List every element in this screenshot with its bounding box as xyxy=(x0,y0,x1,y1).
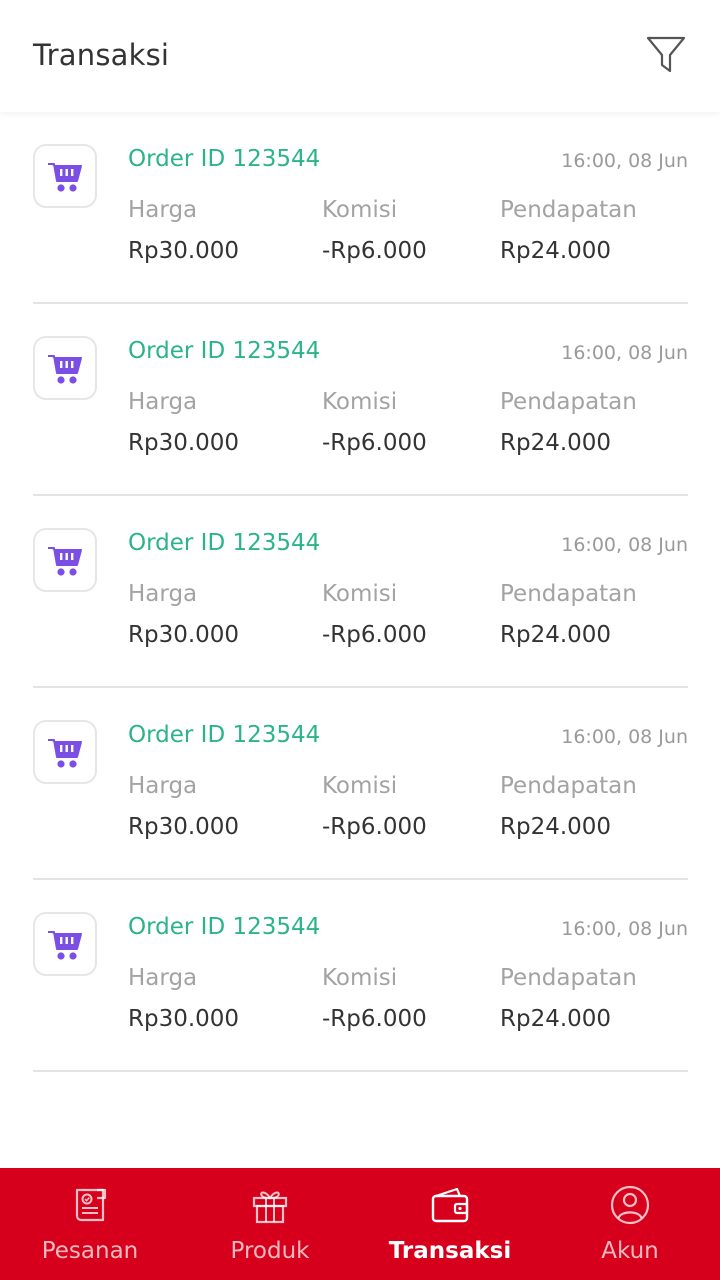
order-id: Order ID 123544 xyxy=(128,530,321,556)
commission-value: -Rp6.000 xyxy=(322,430,427,456)
commission-label: Komisi xyxy=(322,197,398,223)
price-label: Harga xyxy=(128,581,198,607)
commission-label: Komisi xyxy=(322,965,398,991)
app-header: Transaksi xyxy=(0,0,720,112)
income-label: Pendapatan xyxy=(500,197,637,223)
price-value: Rp30.000 xyxy=(128,1006,240,1032)
price-label: Harga xyxy=(128,965,198,991)
order-time: 16:00, 08 Jun xyxy=(561,150,688,172)
price-value: Rp30.000 xyxy=(128,814,240,840)
income-label: Pendapatan xyxy=(500,965,637,991)
order-id: Order ID 123544 xyxy=(128,146,321,172)
nav-label-pesanan: Pesanan xyxy=(41,1238,139,1264)
nav-item-akun[interactable]: Akun xyxy=(540,1168,720,1280)
bottom-navigation: Pesanan Produk Transaksi Akun xyxy=(0,1168,720,1280)
commission-value: -Rp6.000 xyxy=(322,238,427,264)
price-value: Rp30.000 xyxy=(128,430,240,456)
order-id: Order ID 123544 xyxy=(128,722,321,748)
commission-label: Komisi xyxy=(322,581,398,607)
shopping-cart-icon xyxy=(48,739,82,768)
nav-item-produk[interactable]: Produk xyxy=(180,1168,360,1280)
commission-value: -Rp6.000 xyxy=(322,1006,427,1032)
transaction-item[interactable]: Order ID 123544 16:00, 08 Jun Harga Komi… xyxy=(33,880,688,1072)
commission-label: Komisi xyxy=(322,389,398,415)
wallet-icon xyxy=(431,1187,469,1223)
shopping-cart-icon xyxy=(48,547,82,576)
transaction-item[interactable]: Order ID 123544 16:00, 08 Jun Harga Komi… xyxy=(33,112,688,304)
nav-label-transaksi: Transaksi xyxy=(388,1238,512,1264)
income-label: Pendapatan xyxy=(500,581,637,607)
page-title: Transaksi xyxy=(33,38,170,72)
price-value: Rp30.000 xyxy=(128,622,240,648)
price-label: Harga xyxy=(128,773,198,799)
income-value: Rp24.000 xyxy=(500,814,612,840)
filter-button[interactable] xyxy=(646,36,686,74)
cart-icon-box xyxy=(33,720,97,784)
cart-icon-box xyxy=(33,144,97,208)
nav-label-akun: Akun xyxy=(601,1238,659,1264)
shopping-cart-icon xyxy=(48,931,82,960)
income-value: Rp24.000 xyxy=(500,430,612,456)
shopping-cart-icon xyxy=(48,163,82,192)
transaction-item[interactable]: Order ID 123544 16:00, 08 Jun Harga Komi… xyxy=(33,496,688,688)
price-label: Harga xyxy=(128,197,198,223)
transaction-list: Order ID 123544 16:00, 08 Jun Harga Komi… xyxy=(0,112,720,1072)
income-label: Pendapatan xyxy=(500,773,637,799)
user-account-icon xyxy=(610,1185,650,1225)
nav-label-produk: Produk xyxy=(230,1238,310,1264)
nav-item-pesanan[interactable]: Pesanan xyxy=(0,1168,180,1280)
income-value: Rp24.000 xyxy=(500,238,612,264)
commission-value: -Rp6.000 xyxy=(322,814,427,840)
order-receipt-icon xyxy=(75,1188,107,1222)
order-time: 16:00, 08 Jun xyxy=(561,726,688,748)
order-id: Order ID 123544 xyxy=(128,914,321,940)
commission-label: Komisi xyxy=(322,773,398,799)
order-time: 16:00, 08 Jun xyxy=(561,918,688,940)
income-value: Rp24.000 xyxy=(500,1006,612,1032)
shopping-cart-icon xyxy=(48,355,82,384)
cart-icon-box xyxy=(33,528,97,592)
transaction-item[interactable]: Order ID 123544 16:00, 08 Jun Harga Komi… xyxy=(33,688,688,880)
order-time: 16:00, 08 Jun xyxy=(561,342,688,364)
price-value: Rp30.000 xyxy=(128,238,240,264)
order-id: Order ID 123544 xyxy=(128,338,321,364)
income-value: Rp24.000 xyxy=(500,622,612,648)
gift-box-icon xyxy=(252,1191,288,1224)
filter-icon xyxy=(646,36,686,73)
nav-item-transaksi[interactable]: Transaksi xyxy=(360,1168,540,1280)
price-label: Harga xyxy=(128,389,198,415)
income-label: Pendapatan xyxy=(500,389,637,415)
order-time: 16:00, 08 Jun xyxy=(561,534,688,556)
commission-value: -Rp6.000 xyxy=(322,622,427,648)
transaction-item[interactable]: Order ID 123544 16:00, 08 Jun Harga Komi… xyxy=(33,304,688,496)
cart-icon-box xyxy=(33,912,97,976)
cart-icon-box xyxy=(33,336,97,400)
